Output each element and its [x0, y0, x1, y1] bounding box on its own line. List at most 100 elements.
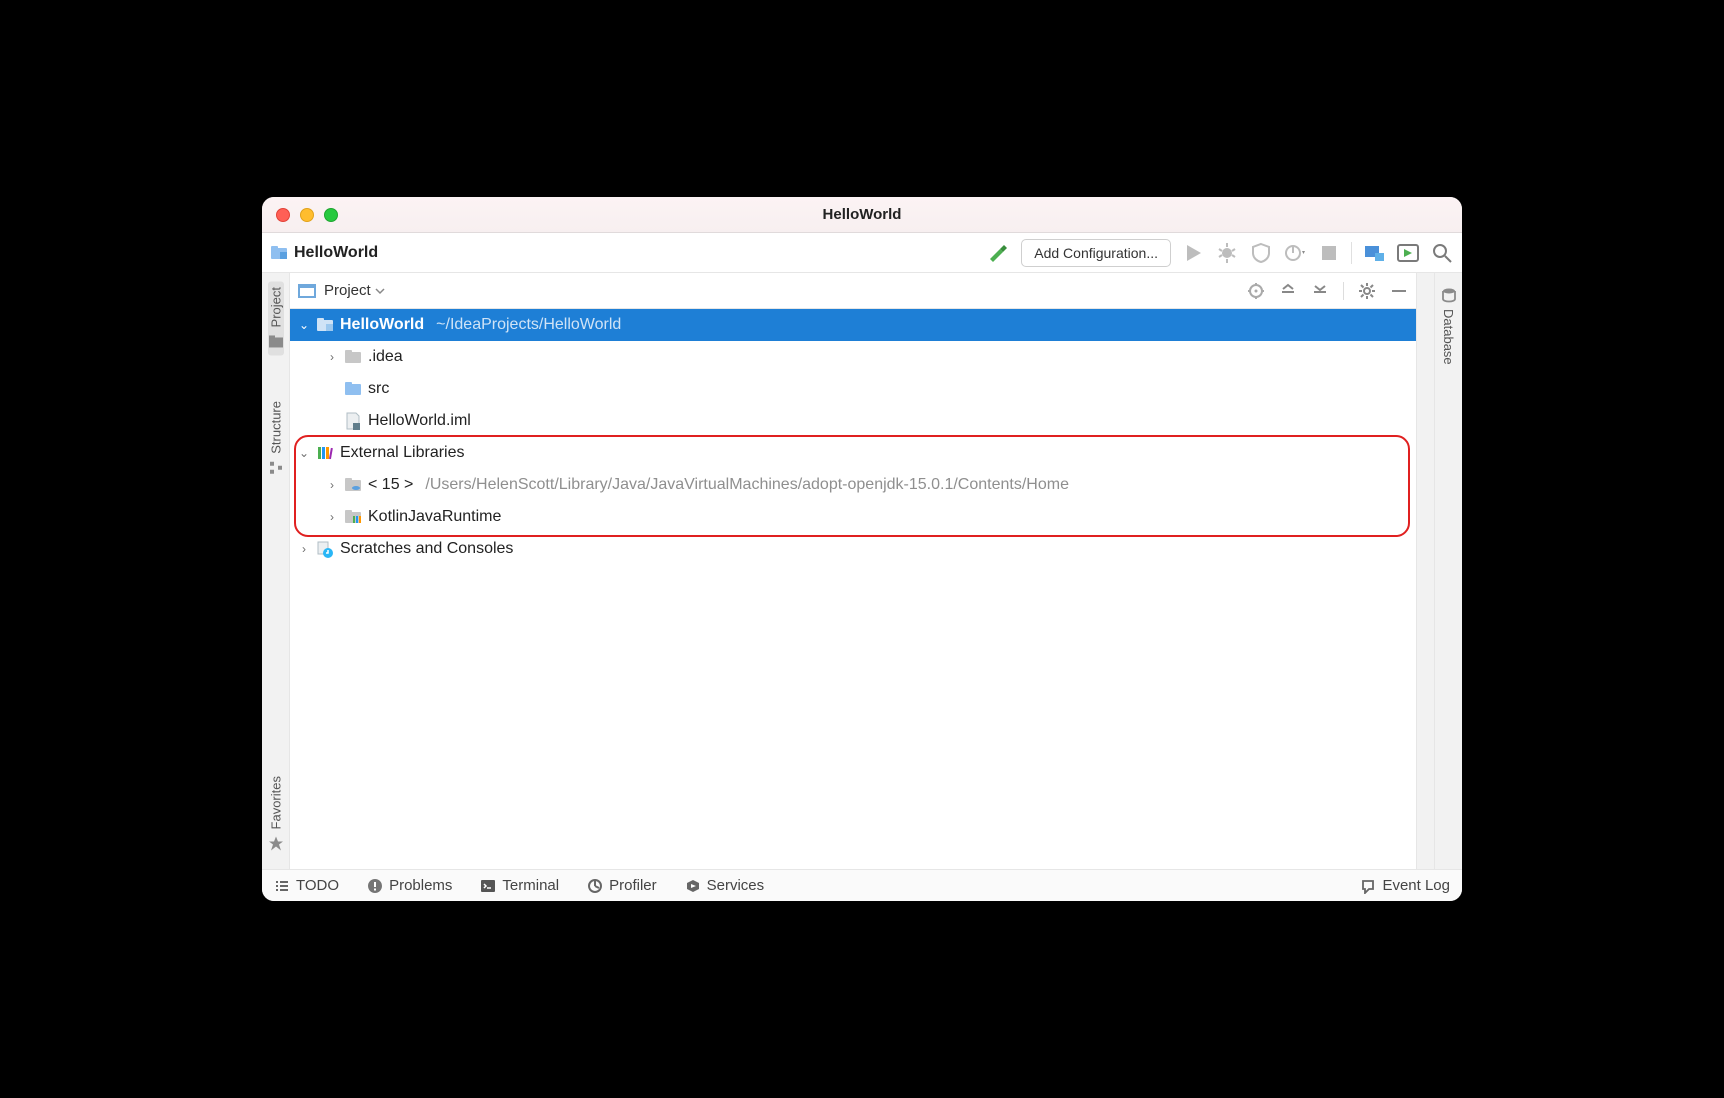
select-opened-file-icon[interactable]	[1247, 282, 1265, 300]
left-tool-strip: Project Structure Favorites	[262, 273, 290, 869]
sidebar-tab-structure[interactable]: Structure	[268, 395, 284, 482]
add-configuration-button[interactable]: Add Configuration...	[1021, 239, 1171, 267]
titlebar: HelloWorld	[262, 197, 1462, 233]
status-services[interactable]: Services	[685, 877, 765, 894]
tree-node-label: .idea	[368, 348, 403, 366]
chevron-right-icon[interactable]: ›	[326, 478, 338, 492]
tree-node-label: < 15 >	[368, 476, 413, 494]
chevron-right-icon[interactable]: ›	[298, 542, 310, 556]
zoom-window-button[interactable]	[324, 208, 338, 222]
libraries-icon	[316, 444, 334, 462]
window-body: Project Structure Favorites Project	[262, 273, 1462, 869]
status-bar: TODO Problems Terminal Profiler Services…	[262, 869, 1462, 901]
search-everywhere-icon[interactable]	[1430, 241, 1454, 265]
sidebar-tab-label: Favorites	[268, 776, 283, 829]
stop-icon[interactable]	[1317, 241, 1341, 265]
source-folder-icon	[344, 380, 362, 398]
tree-node-label: KotlinJavaRuntime	[368, 508, 501, 526]
status-label: Terminal	[502, 877, 559, 894]
build-hammer-icon[interactable]	[987, 241, 1011, 265]
right-tool-strip: Database	[1434, 273, 1462, 869]
profiler-dropdown-icon[interactable]	[1283, 241, 1307, 265]
tree-node-iml[interactable]: HelloWorld.iml	[290, 405, 1416, 437]
tree-node-src[interactable]: src	[290, 373, 1416, 405]
window-title: HelloWorld	[823, 206, 902, 223]
tree-node-path: /Users/HelenScott/Library/Java/JavaVirtu…	[425, 476, 1069, 494]
tree-node-label: HelloWorld	[340, 316, 424, 334]
sidebar-tab-favorites[interactable]: Favorites	[268, 770, 284, 857]
tree-node-kotlin-runtime[interactable]: › KotlinJavaRuntime	[290, 501, 1416, 533]
problems-icon	[367, 878, 383, 894]
main-toolbar: HelloWorld Add Configuration...	[262, 233, 1462, 273]
project-tool-window: Project ⌄ HelloWorld ~/IdeaProj	[290, 273, 1416, 869]
coverage-icon[interactable]	[1249, 241, 1273, 265]
minimize-window-button[interactable]	[300, 208, 314, 222]
traffic-lights	[276, 208, 338, 222]
status-terminal[interactable]: Terminal	[480, 877, 559, 894]
sidebar-tab-database[interactable]: Database	[1441, 281, 1457, 371]
project-view-selector[interactable]: Project	[324, 282, 385, 299]
services-icon	[685, 878, 701, 894]
separator	[1343, 282, 1344, 300]
status-label: Event Log	[1382, 877, 1450, 894]
status-label: Services	[707, 877, 765, 894]
status-label: Profiler	[609, 877, 657, 894]
file-icon	[344, 412, 362, 430]
project-view-icon	[298, 282, 316, 300]
structure-icon	[268, 460, 284, 476]
star-icon	[268, 835, 284, 851]
separator	[1351, 242, 1352, 264]
chevron-right-icon[interactable]: ›	[326, 350, 338, 364]
status-problems[interactable]: Problems	[367, 877, 452, 894]
status-event-log[interactable]: Event Log	[1360, 877, 1450, 894]
status-label: TODO	[296, 877, 339, 894]
sidebar-tab-label: Database	[1441, 309, 1456, 365]
run-icon[interactable]	[1181, 241, 1205, 265]
status-todo[interactable]: TODO	[274, 877, 339, 894]
jdk-folder-icon	[344, 476, 362, 494]
hide-tool-window-icon[interactable]	[1390, 282, 1408, 300]
tree-node-jdk[interactable]: › < 15 > /Users/HelenScott/Library/Java/…	[290, 469, 1416, 501]
tree-node-label: Scratches and Consoles	[340, 540, 513, 558]
breadcrumb-project[interactable]: HelloWorld	[294, 244, 378, 262]
expand-all-icon[interactable]	[1279, 282, 1297, 300]
scratches-icon	[316, 540, 334, 558]
tree-root-node[interactable]: ⌄ HelloWorld ~/IdeaProjects/HelloWorld	[290, 309, 1416, 341]
database-icon	[1441, 287, 1457, 303]
editor-placeholder	[1416, 273, 1434, 869]
status-label: Problems	[389, 877, 452, 894]
library-folder-icon	[344, 508, 362, 526]
project-view-label: Project	[324, 282, 371, 299]
project-tree[interactable]: ⌄ HelloWorld ~/IdeaProjects/HelloWorld ›…	[290, 309, 1416, 869]
run-anything-icon[interactable]	[1396, 241, 1420, 265]
chevron-down-icon[interactable]: ⌄	[298, 318, 310, 332]
project-structure-icon[interactable]	[1362, 241, 1386, 265]
sidebar-tab-label: Project	[268, 287, 283, 327]
chevron-down-icon	[375, 286, 385, 296]
tree-node-path: ~/IdeaProjects/HelloWorld	[436, 316, 621, 334]
ide-window: HelloWorld HelloWorld Add Configuration.…	[262, 197, 1462, 901]
tree-node-scratches[interactable]: › Scratches and Consoles	[290, 533, 1416, 565]
chevron-right-icon[interactable]: ›	[326, 510, 338, 524]
tree-node-external-libraries[interactable]: ⌄ External Libraries	[290, 437, 1416, 469]
folder-icon	[268, 333, 284, 349]
debug-icon[interactable]	[1215, 241, 1239, 265]
status-profiler[interactable]: Profiler	[587, 877, 657, 894]
profiler-icon	[587, 878, 603, 894]
terminal-icon	[480, 878, 496, 894]
module-folder-icon	[316, 316, 334, 334]
project-tool-header: Project	[290, 273, 1416, 309]
module-folder-icon	[270, 244, 288, 262]
tree-node-idea[interactable]: › .idea	[290, 341, 1416, 373]
sidebar-tab-label: Structure	[268, 401, 283, 454]
gear-icon[interactable]	[1358, 282, 1376, 300]
sidebar-tab-project[interactable]: Project	[268, 281, 284, 355]
collapse-all-icon[interactable]	[1311, 282, 1329, 300]
chevron-down-icon[interactable]: ⌄	[298, 446, 310, 460]
tree-node-label: External Libraries	[340, 444, 465, 462]
folder-icon	[344, 348, 362, 366]
todo-list-icon	[274, 878, 290, 894]
close-window-button[interactable]	[276, 208, 290, 222]
tree-node-label: HelloWorld.iml	[368, 412, 471, 430]
tree-node-label: src	[368, 380, 389, 398]
